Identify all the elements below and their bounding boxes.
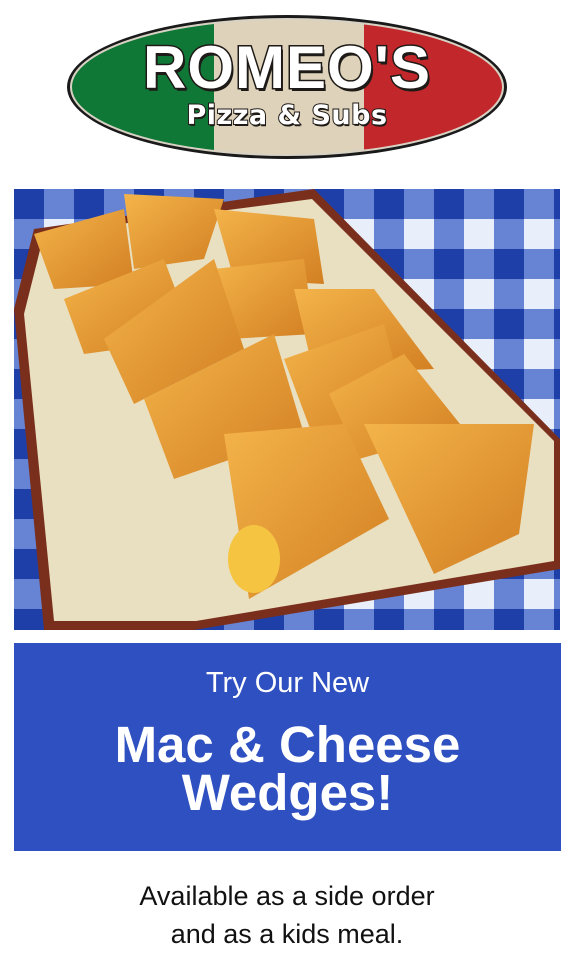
food-photo (14, 189, 560, 630)
logo-title: ROMEO'S (142, 34, 432, 101)
romeos-logo: ROMEO'S Pizza & Subs (66, 14, 508, 160)
promo-banner: Try Our New Mac & Cheese Wedges! (14, 643, 561, 851)
availability-line-1: Available as a side order (139, 881, 435, 911)
headline-line-1: Mac & Cheese (114, 716, 461, 773)
banner-headline: Mac & Cheese Wedges! (14, 716, 561, 821)
banner-intro: Try Our New (205, 667, 370, 699)
logo-subtitle: Pizza & Subs (185, 100, 388, 131)
availability-line-2: and as a kids meal. (170, 919, 404, 949)
availability-note: Available as a side order and as a kids … (0, 877, 574, 953)
headline-line-2: Wedges! (181, 764, 394, 821)
